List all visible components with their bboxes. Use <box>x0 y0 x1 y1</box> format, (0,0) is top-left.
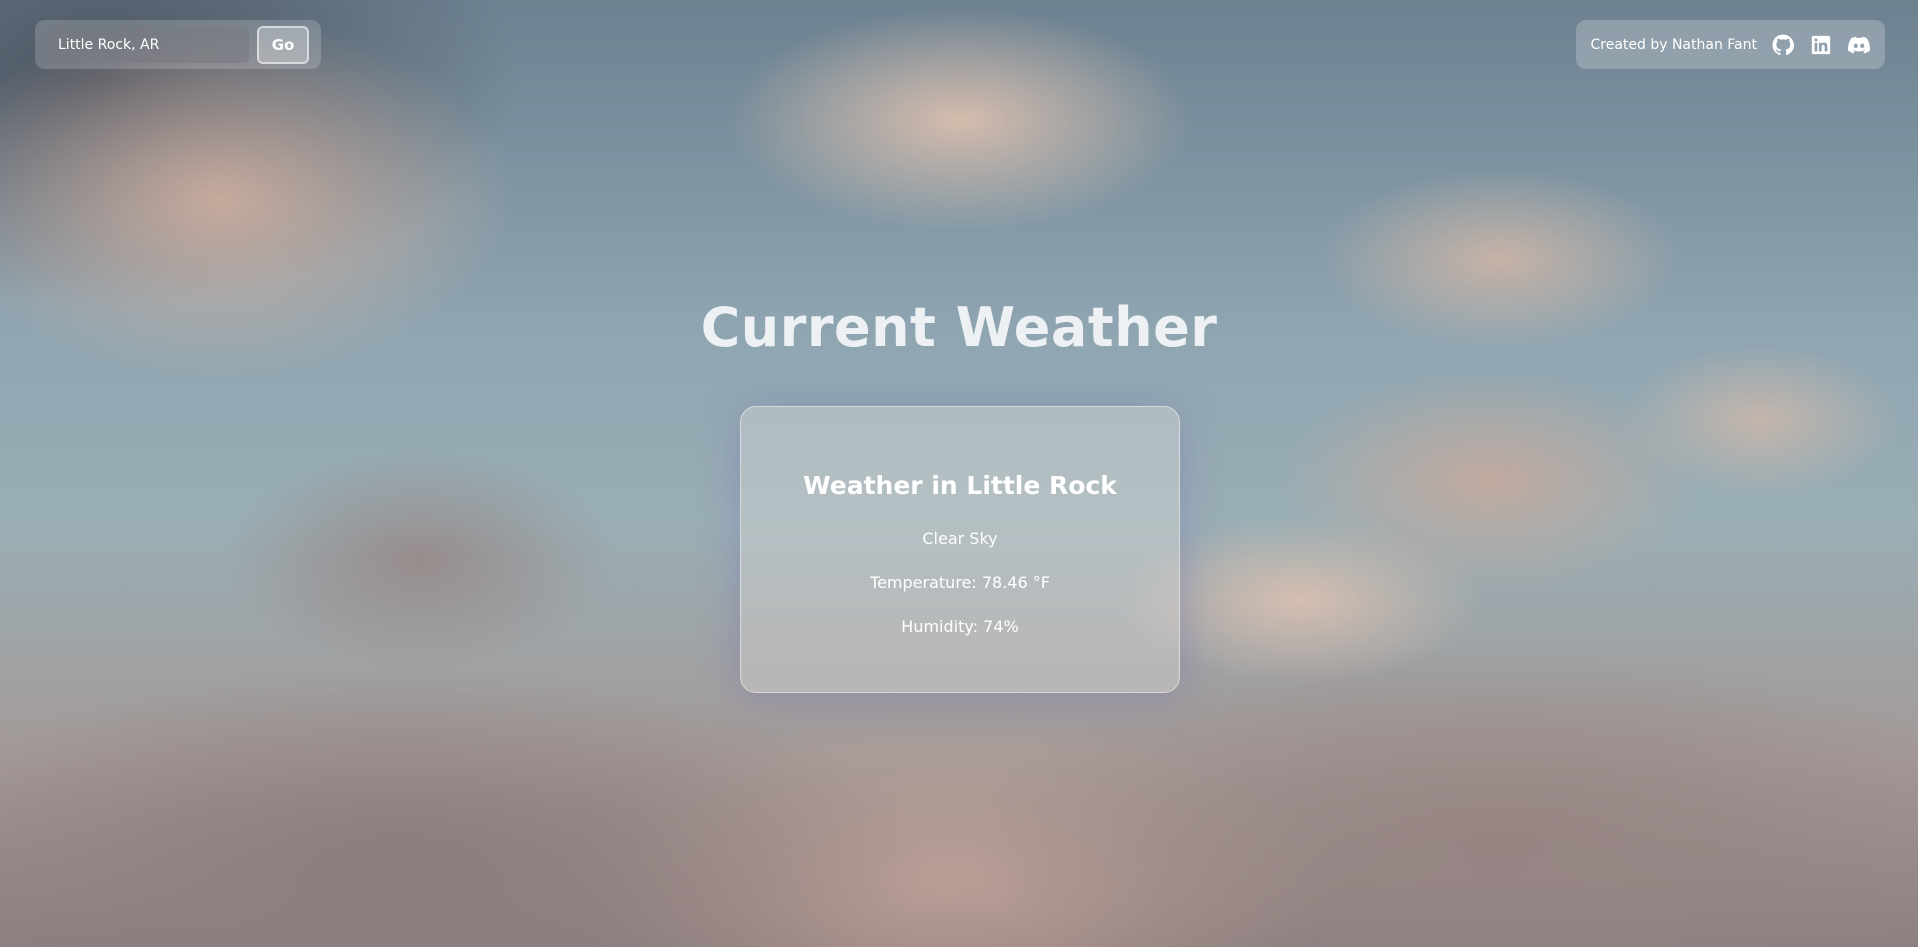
humidity-text: Humidity: 74% <box>901 617 1019 636</box>
go-button[interactable]: Go <box>257 25 309 64</box>
weather-description: Clear Sky <box>922 529 998 548</box>
search-bar: Go <box>35 20 321 69</box>
linkedin-icon[interactable] <box>1809 33 1833 57</box>
credit-text: Created by Nathan Fant <box>1590 36 1757 53</box>
github-icon[interactable] <box>1771 33 1795 57</box>
weather-card: Weather in Little Rock Clear Sky Tempera… <box>740 406 1180 693</box>
page-background: Go Created by Nathan Fant Current Weathe… <box>0 0 1918 947</box>
weather-card-title: Weather in Little Rock <box>803 471 1117 500</box>
temperature-text: Temperature: 78.46 °F <box>870 573 1050 592</box>
page-title: Current Weather <box>700 296 1218 359</box>
city-search-input[interactable] <box>47 26 249 63</box>
credit-bar: Created by Nathan Fant <box>1576 20 1885 69</box>
discord-icon[interactable] <box>1847 33 1871 57</box>
